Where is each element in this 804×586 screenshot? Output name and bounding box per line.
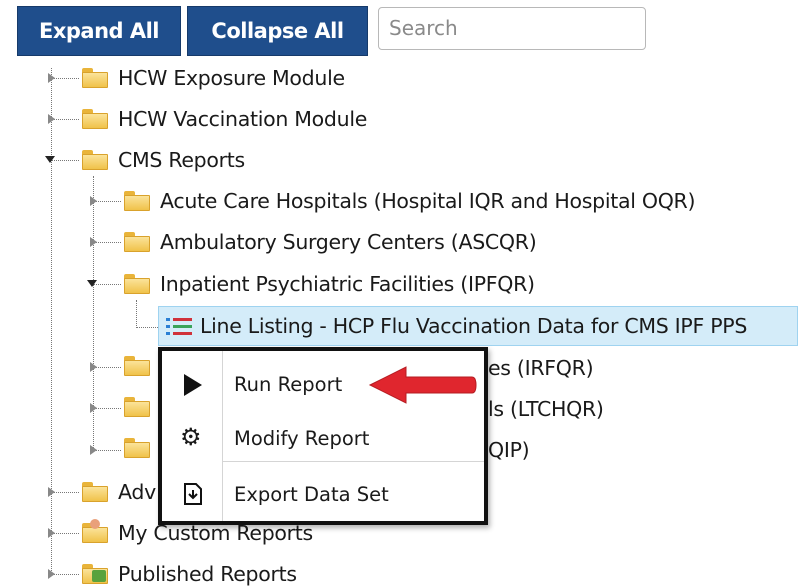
gear-icon: ⚙ (180, 423, 202, 451)
tree-node-hcw-vaccination[interactable]: HCW Vaccination Module (82, 107, 367, 131)
tree-node-label: Adv (118, 480, 156, 504)
tree-connector-line (51, 78, 79, 79)
tree-connector-line (51, 68, 52, 573)
folder-icon (82, 68, 108, 88)
collapse-toggle-icon[interactable] (87, 280, 97, 287)
expand-toggle-icon[interactable] (48, 528, 55, 538)
tree-node-ltchqr[interactable] (124, 397, 150, 417)
folder-icon (82, 109, 108, 129)
tree-node-label: HCW Vaccination Module (118, 107, 368, 131)
folder-icon (124, 274, 150, 294)
tree-node-advanced[interactable]: Adv (82, 480, 156, 504)
tree-node-label: Acute Care Hospitals (Hospital IQR and H… (160, 189, 696, 213)
modify-report-menu-item[interactable]: ⚙ Modify Report (162, 413, 484, 463)
report-list-icon (166, 316, 192, 336)
expand-toggle-icon[interactable] (90, 362, 97, 372)
expand-toggle-icon[interactable] (90, 445, 97, 455)
tree-node-label: Inpatient Psychiatric Facilities (IPFQR) (160, 272, 535, 296)
tree-connector-line (51, 574, 79, 575)
tree-connector-line (93, 201, 121, 202)
menu-item-label: Export Data Set (234, 482, 389, 506)
tree-node-label: HCW Exposure Module (118, 66, 345, 90)
tree-node-inpatient-psych[interactable]: Inpatient Psychiatric Facilities (IPFQR) (124, 272, 535, 296)
tree-node-cms-reports[interactable]: CMS Reports (82, 148, 245, 172)
tree-node-ambulatory[interactable]: Ambulatory Surgery Centers (ASCQR) (124, 230, 537, 254)
expand-toggle-icon[interactable] (90, 196, 97, 206)
folder-icon (124, 438, 150, 458)
tree-connector-line (51, 119, 79, 120)
folder-icon (124, 191, 150, 211)
expand-all-button[interactable]: Expand All (17, 6, 181, 56)
expand-toggle-icon[interactable] (90, 403, 97, 413)
play-icon (184, 374, 202, 396)
export-data-set-menu-item[interactable]: Export Data Set (162, 469, 484, 519)
tree-connector-line (51, 492, 79, 493)
menu-item-label: Modify Report (234, 426, 370, 450)
menu-separator (222, 461, 484, 462)
folder-icon (82, 482, 108, 502)
tree-connector-line (136, 327, 160, 328)
annotation-arrow-icon (368, 366, 477, 404)
tree-node-label-partial: QIP) (488, 438, 530, 462)
tree-node-label-partial: es (IRFQR) (488, 356, 594, 380)
folder-icon (124, 356, 150, 376)
tree-node-published-reports[interactable]: Published Reports (82, 562, 297, 586)
tree-node-qip[interactable] (124, 438, 150, 458)
folder-icon (124, 397, 150, 417)
tree-node-acute-care[interactable]: Acute Care Hospitals (Hospital IQR and H… (124, 189, 695, 213)
tree-node-label: CMS Reports (118, 148, 245, 172)
expand-toggle-icon[interactable] (48, 569, 55, 579)
expand-toggle-icon[interactable] (48, 487, 55, 497)
collapse-toggle-icon[interactable] (45, 156, 55, 163)
tree-connector-line (51, 160, 79, 161)
expand-toggle-icon[interactable] (48, 114, 55, 124)
tree-connector-line (51, 533, 79, 534)
folder-icon (82, 150, 108, 170)
search-input[interactable]: Search (378, 7, 646, 50)
tree-node-label: Ambulatory Surgery Centers (ASCQR) (160, 230, 537, 254)
expand-toggle-icon[interactable] (48, 73, 55, 83)
tree-node-label: Line Listing - HCP Flu Vaccination Data … (200, 314, 748, 338)
tree-node-label: Published Reports (118, 562, 297, 586)
tree-connector-line (93, 242, 121, 243)
folder-icon (124, 232, 150, 252)
menu-item-label: Run Report (234, 372, 343, 396)
tree-connector-line (93, 367, 121, 368)
tree-connector-line (93, 408, 121, 409)
user-folder-icon (82, 519, 108, 543)
tree-connector-line (136, 300, 137, 328)
expand-toggle-icon[interactable] (90, 237, 97, 247)
tree-connector-line (93, 450, 121, 451)
export-icon (182, 482, 204, 511)
published-folder-icon (82, 564, 108, 584)
tree-node-line-listing[interactable]: Line Listing - HCP Flu Vaccination Data … (166, 314, 747, 338)
tree-node-label-partial: ls (LTCHQR) (488, 397, 604, 421)
collapse-all-button[interactable]: Collapse All (187, 6, 368, 56)
tree-node-irfqr[interactable] (124, 356, 150, 376)
tree-connector-line (93, 284, 121, 285)
tree-node-hcw-exposure[interactable]: HCW Exposure Module (82, 66, 345, 90)
